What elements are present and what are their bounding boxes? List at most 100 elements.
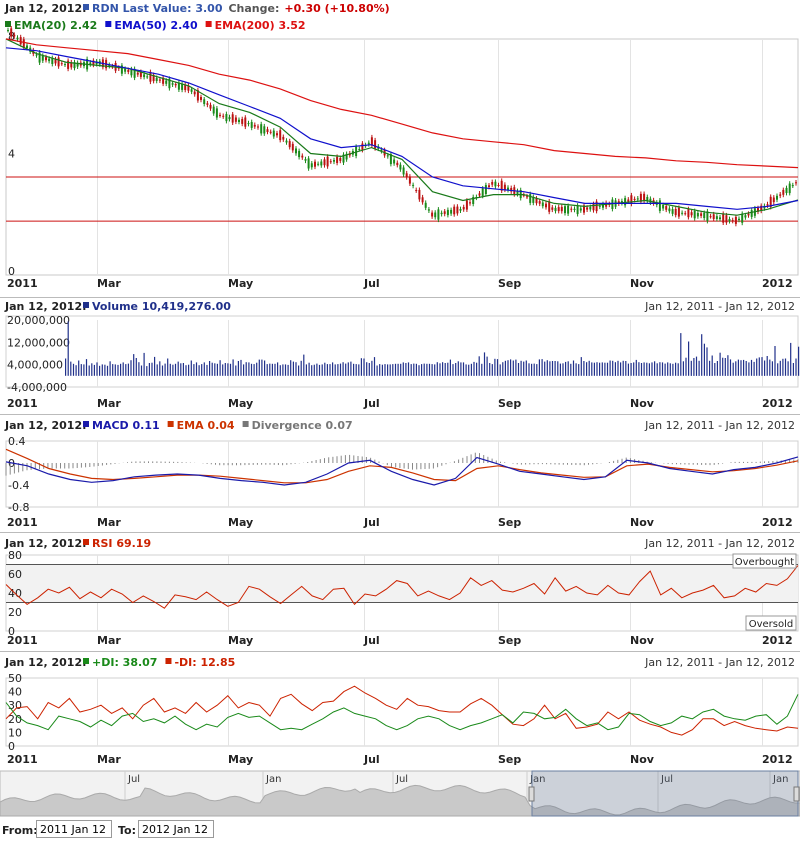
candle-body xyxy=(329,161,332,163)
volume-bar xyxy=(418,365,420,376)
x-tick-label: Jul xyxy=(363,516,380,529)
volume-bar xyxy=(567,361,569,376)
volume-bar xyxy=(546,360,548,376)
candle-body xyxy=(402,167,405,175)
candle-body xyxy=(551,207,554,210)
candle-body xyxy=(497,185,500,186)
x-tick-label: 2011 xyxy=(7,277,38,290)
x-tick-label: Sep xyxy=(498,516,521,529)
candle-body xyxy=(171,83,174,85)
from-date-input[interactable] xyxy=(36,820,112,838)
volume-bar xyxy=(695,356,698,376)
candle-body xyxy=(19,37,22,45)
volume-bar xyxy=(494,358,496,376)
volume-bar xyxy=(486,356,488,376)
overbought-label: Overbought xyxy=(735,557,795,568)
volume-bar xyxy=(716,361,718,376)
candle-body xyxy=(45,57,47,61)
volume-bar xyxy=(748,362,750,376)
candle-body xyxy=(266,129,269,132)
candle-body xyxy=(576,205,579,215)
volume-bar xyxy=(203,362,205,376)
x-tick-label: Sep xyxy=(498,753,521,766)
volume-bar xyxy=(161,365,164,376)
navigator-left-handle[interactable] xyxy=(528,786,535,802)
volume-bar xyxy=(384,364,386,376)
candle-body xyxy=(548,201,551,212)
volume-bar xyxy=(572,360,575,376)
volume-bar xyxy=(439,363,441,376)
volume-bar xyxy=(201,364,203,376)
candle-body xyxy=(241,119,244,124)
x-tick-label: Jul xyxy=(363,397,380,410)
volume-bar xyxy=(612,360,614,376)
x-tick-label: Mar xyxy=(97,634,121,647)
candle-body xyxy=(143,74,146,78)
y-tick-label: 12,000,000 xyxy=(7,336,70,349)
rsi-range-label: Jan 12, 2011 - Jan 12, 2012 xyxy=(644,537,795,550)
volume-bar xyxy=(253,364,255,376)
volume-bar xyxy=(496,359,499,376)
volume-bar xyxy=(130,360,132,376)
x-tick-label: May xyxy=(228,634,253,647)
volume-legend-text: Volume 10,419,276.00 xyxy=(92,300,231,313)
navigator-selection[interactable] xyxy=(531,770,799,817)
x-tick-label: May xyxy=(228,277,253,290)
x-tick-label: May xyxy=(228,397,253,410)
volume-bar xyxy=(627,363,629,376)
volume-bar xyxy=(407,362,410,376)
candle-body xyxy=(526,196,528,198)
candle-body xyxy=(462,207,465,210)
volume-bar xyxy=(363,358,365,376)
volume-bar xyxy=(478,356,480,376)
volume-bar xyxy=(654,361,656,376)
volume-bar xyxy=(70,361,72,376)
rsi-neutral-band xyxy=(6,564,798,603)
candle-body xyxy=(326,156,329,167)
candle-body xyxy=(437,209,440,220)
volume-bar xyxy=(80,364,82,376)
volume-bar xyxy=(740,360,742,376)
volume-bar xyxy=(648,363,650,376)
volume-bar xyxy=(381,364,383,376)
volume-bar xyxy=(473,361,475,376)
rsi-panel: Jan 12, 2012: RSI 69.19 Jan 12, 2011 - J… xyxy=(0,532,800,647)
y-tick-label: 0.4 xyxy=(8,435,26,448)
volume-bar xyxy=(507,360,509,376)
volume-bar xyxy=(290,360,292,376)
volume-bar xyxy=(784,358,787,376)
volume-bar xyxy=(250,363,253,376)
volume-bar xyxy=(714,363,716,376)
candle-body xyxy=(671,209,674,214)
volume-bar xyxy=(292,361,294,376)
volume-bar xyxy=(219,360,221,376)
candle-body xyxy=(738,218,740,220)
volume-bar xyxy=(455,363,457,376)
volume-bar xyxy=(258,359,260,376)
range-navigator[interactable]: Jul Jan Jul Jan Jul Jan xyxy=(0,770,800,817)
x-tick-label: Mar xyxy=(97,516,121,529)
candle-body xyxy=(627,199,630,202)
volume-bar xyxy=(321,364,323,376)
volume-bar xyxy=(729,359,732,376)
candle-body xyxy=(317,163,320,165)
volume-bar xyxy=(224,363,226,376)
to-date-input[interactable] xyxy=(138,820,214,838)
candle-body xyxy=(586,207,589,210)
candle-body xyxy=(358,149,361,150)
volume-bar xyxy=(240,359,242,376)
candle-body xyxy=(26,45,28,49)
volume-bar xyxy=(669,363,671,376)
candle-body xyxy=(301,155,304,158)
volume-bar xyxy=(442,362,444,376)
volume-bar xyxy=(373,357,376,376)
navigator-right-handle[interactable] xyxy=(793,786,800,802)
volume-bar xyxy=(185,365,187,376)
legend-text: +DI: 38.07 xyxy=(92,656,157,669)
volume-bar xyxy=(617,360,619,376)
x-tick-label: May xyxy=(228,516,253,529)
volume-bar xyxy=(177,361,179,376)
volume-bar xyxy=(586,362,588,376)
volume-bar xyxy=(428,363,431,376)
candle-body xyxy=(715,216,718,219)
